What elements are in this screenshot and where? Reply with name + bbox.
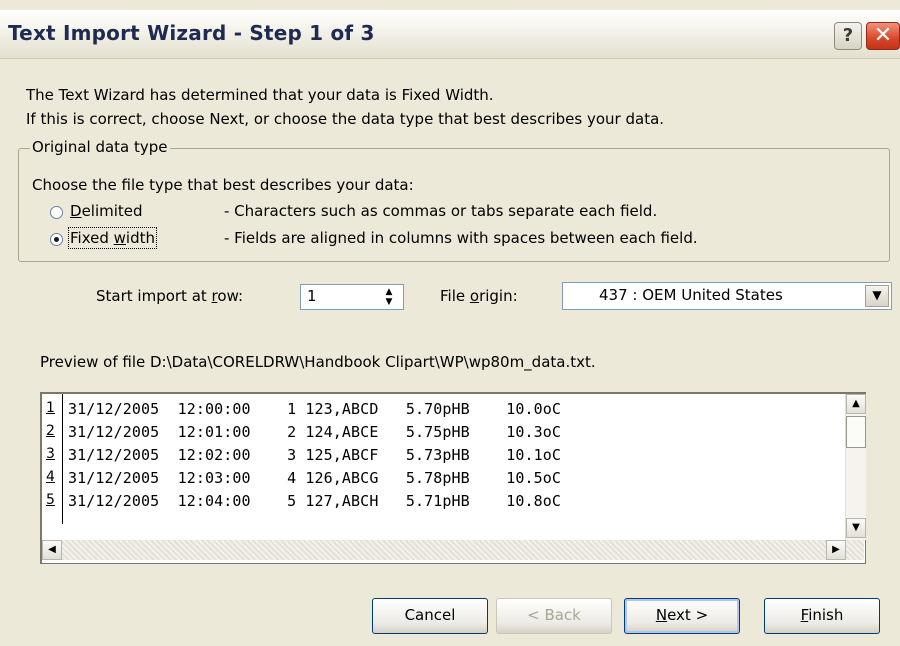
fixed-width-description: - Fields are aligned in columns with spa…	[224, 229, 698, 247]
preview-row: 31/12/2005 12:01:00 2 124,ABCE 5.75pHB 1…	[68, 423, 562, 441]
delimited-radio[interactable]	[50, 206, 63, 219]
preview-row-number: 1	[46, 400, 55, 416]
file-origin-select[interactable]: 437 : OEM United States ▼	[562, 282, 892, 310]
fixed-width-radio[interactable]	[50, 233, 63, 246]
file-preview[interactable]: 1 31/12/2005 12:00:00 1 123,ABCD 5.70pHB…	[40, 392, 866, 564]
preview-row-number: 2	[46, 423, 55, 439]
cancel-button[interactable]: Cancel	[372, 598, 488, 634]
preview-vertical-scrollbar[interactable]: ▲ ▼	[845, 394, 866, 540]
file-origin-label: File origin:	[440, 287, 518, 305]
finish-button[interactable]: Finish	[764, 598, 880, 634]
fixed-width-label[interactable]: Fixed width	[68, 227, 157, 249]
preview-row-number: 4	[46, 469, 55, 485]
preview-horizontal-scrollbar[interactable]: ◀ ▶	[42, 540, 864, 560]
preview-row: 31/12/2005 12:03:00 4 126,ABCG 5.78pHB 1…	[68, 469, 562, 487]
spinner-arrows[interactable]: ▲ ▼	[379, 287, 399, 307]
start-row-value[interactable]: 1	[307, 287, 317, 305]
scroll-right-icon[interactable]: ▶	[826, 540, 846, 560]
preview-label: Preview of file D:\Data\CORELDRW\Handboo…	[40, 353, 596, 371]
intro-line-2: If this is correct, choose Next, or choo…	[26, 110, 665, 128]
title-bar[interactable]: Text Import Wizard - Step 1 of 3 ? ✕	[0, 10, 900, 59]
spin-up-icon[interactable]: ▲	[379, 287, 399, 297]
scroll-down-icon[interactable]: ▼	[846, 518, 866, 538]
next-button[interactable]: Next >	[624, 598, 740, 634]
preview-row: 31/12/2005 12:00:00 1 123,ABCD 5.70pHB 1…	[68, 400, 562, 418]
help-icon: ?	[842, 25, 854, 46]
preview-row-number: 5	[46, 492, 55, 508]
start-row-label: Start import at row:	[96, 287, 244, 305]
close-icon: ✕	[873, 23, 893, 48]
intro-line-1: The Text Wizard has determined that your…	[26, 86, 494, 104]
row-number-divider	[62, 394, 67, 524]
delimited-description: - Characters such as commas or tabs sepa…	[224, 202, 658, 220]
group-legend: Original data type	[30, 138, 170, 156]
vertical-scroll-thumb[interactable]	[846, 416, 866, 448]
close-button[interactable]: ✕	[866, 22, 900, 50]
help-button[interactable]: ?	[834, 22, 862, 50]
scroll-left-icon[interactable]: ◀	[42, 540, 62, 560]
chevron-down-icon: ▼	[872, 288, 882, 302]
preview-row-number: 3	[46, 446, 55, 462]
scroll-up-icon[interactable]: ▲	[846, 394, 866, 414]
start-row-spinner[interactable]: 1 ▲ ▼	[300, 284, 404, 310]
file-origin-value: 437 : OEM United States	[599, 286, 783, 304]
preview-row: 31/12/2005 12:02:00 3 125,ABCF 5.73pHB 1…	[68, 446, 562, 464]
dialog-title: Text Import Wizard - Step 1 of 3	[8, 21, 375, 45]
back-button[interactable]: < Back	[496, 598, 612, 634]
text-import-wizard-dialog: Text Import Wizard - Step 1 of 3 ? ✕ The…	[0, 0, 900, 646]
spin-down-icon[interactable]: ▼	[379, 297, 399, 307]
delimited-label[interactable]: Delimited	[70, 202, 143, 220]
preview-row: 31/12/2005 12:04:00 5 127,ABCH 5.71pHB 1…	[68, 492, 562, 510]
group-prompt: Choose the file type that best describes…	[32, 176, 414, 194]
file-origin-dropdown-button[interactable]: ▼	[865, 285, 889, 307]
